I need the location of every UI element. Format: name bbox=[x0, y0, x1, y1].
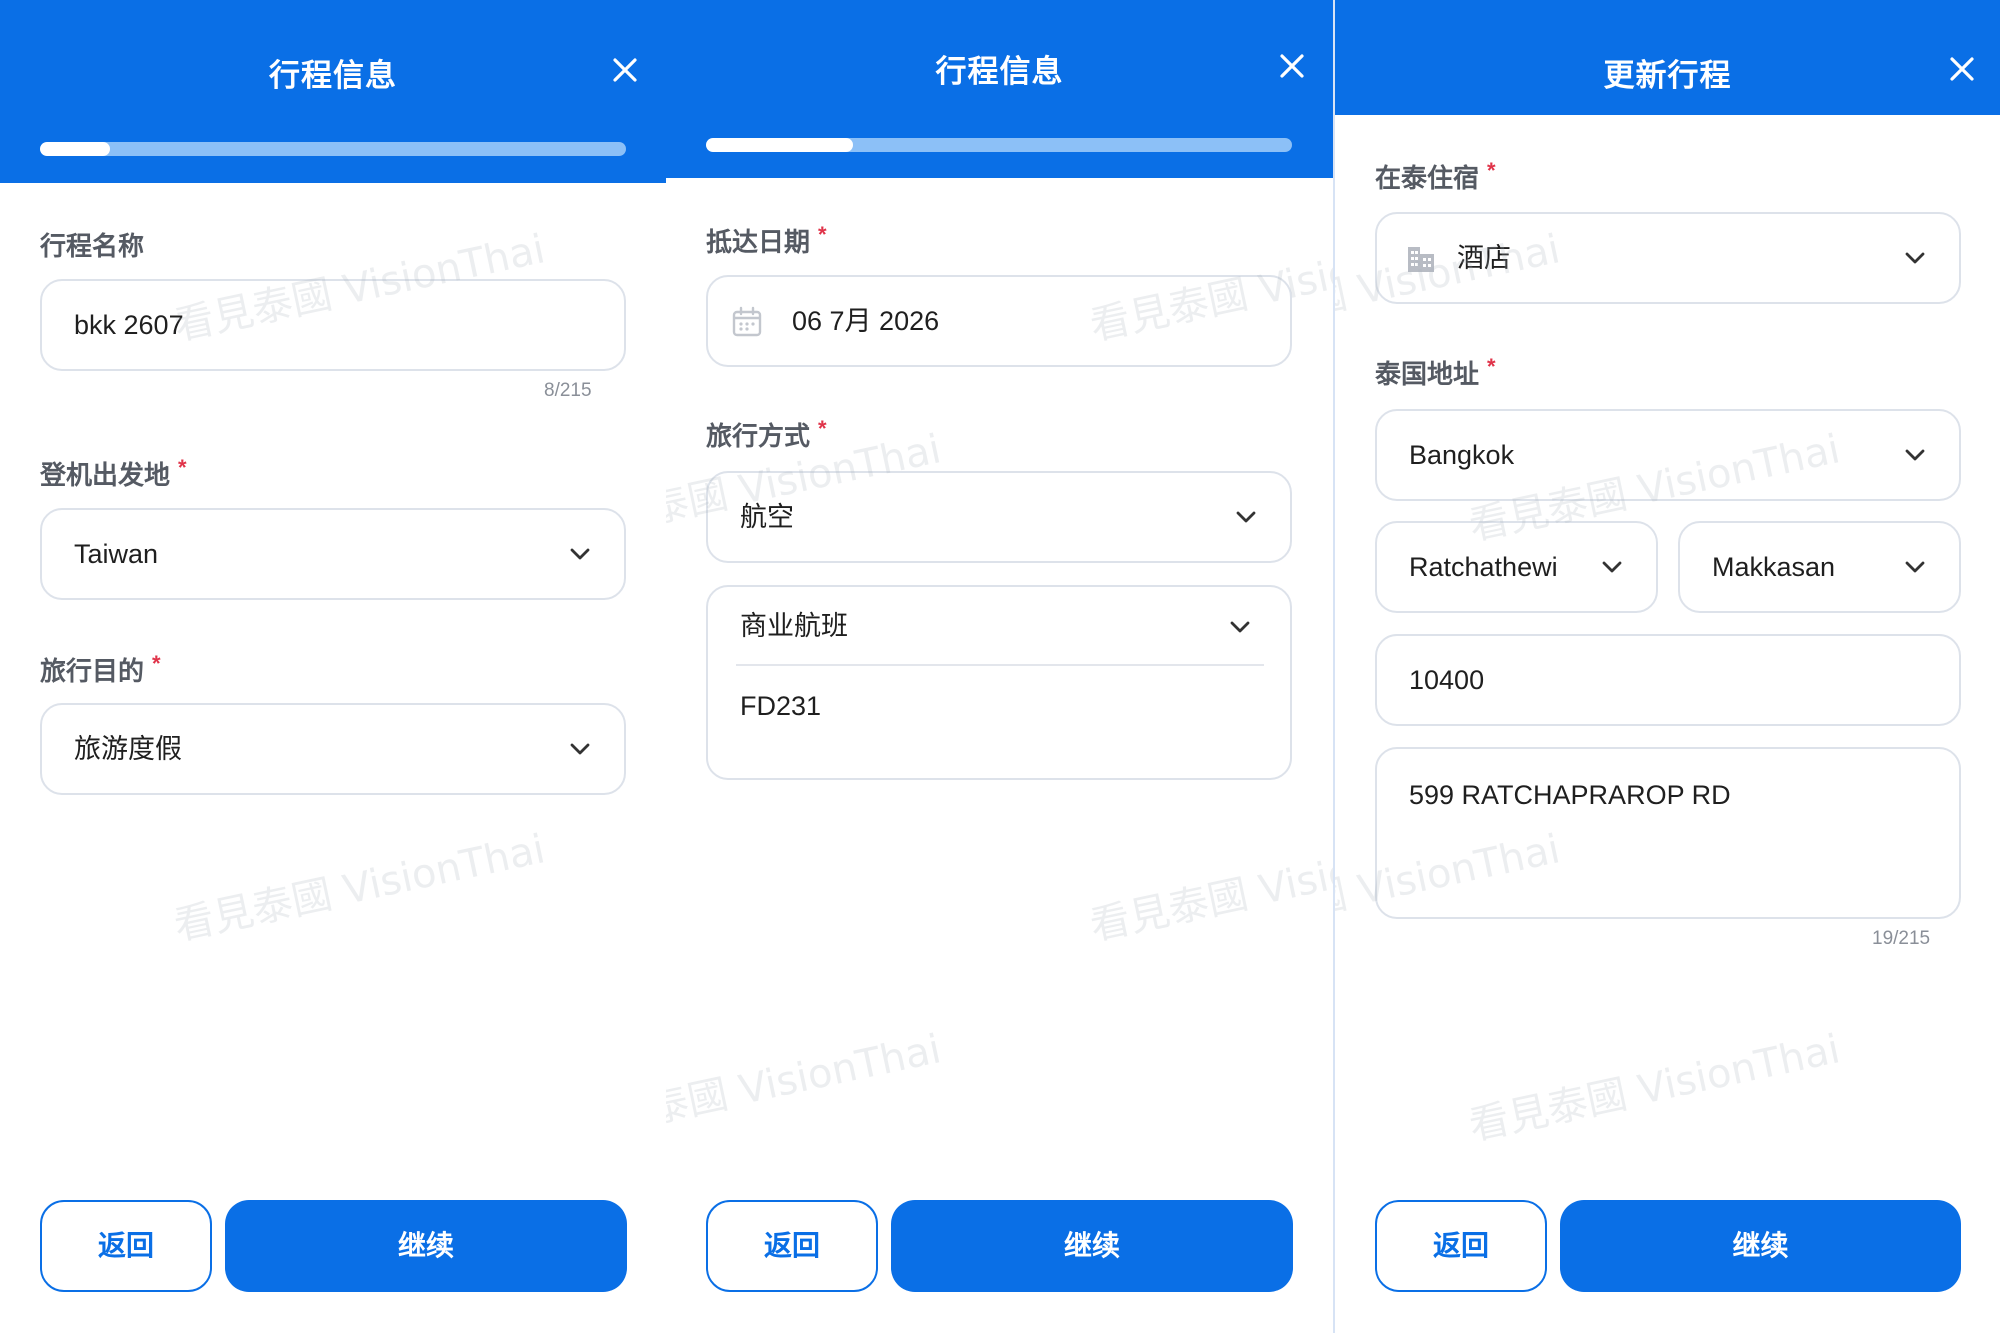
trip-info-panel-step2: 行程信息 抵达日期 * 06 7月 2026 旅行方式 * 航空 商业航班 FD23… bbox=[666, 0, 1333, 1333]
trip-name-input[interactable]: bkk 2607 bbox=[40, 279, 626, 371]
header-bar: 行程信息 bbox=[0, 0, 666, 183]
chevron-down-icon bbox=[1901, 553, 1929, 581]
travel-mode-label: 旅行方式 * bbox=[706, 416, 827, 451]
trip-name-label: 行程名称 bbox=[40, 231, 145, 261]
required-mark: * bbox=[818, 222, 827, 247]
subdistrict-select[interactable]: Makkasan bbox=[1678, 521, 1961, 613]
flight-number-value: FD231 bbox=[740, 691, 822, 721]
back-button[interactable]: 返回 bbox=[1375, 1200, 1547, 1292]
char-counter: 19/215 bbox=[1872, 928, 1931, 949]
progress-fill bbox=[706, 138, 853, 152]
chevron-down-icon bbox=[566, 735, 594, 763]
province-value: Bangkok bbox=[1409, 440, 1515, 470]
close-icon bbox=[1280, 54, 1304, 78]
building-icon bbox=[1405, 243, 1437, 275]
close-button[interactable] bbox=[1272, 46, 1312, 86]
close-button[interactable] bbox=[1942, 49, 1982, 89]
header-bar: 更新行程 bbox=[1335, 0, 2000, 115]
back-button[interactable]: 返回 bbox=[706, 1200, 878, 1292]
close-icon bbox=[613, 58, 637, 82]
chevron-down-icon bbox=[1232, 503, 1260, 531]
required-mark: * bbox=[1487, 354, 1496, 379]
chevron-down-icon bbox=[1901, 441, 1929, 469]
street-address-textarea[interactable]: 599 RATCHAPRAROP RD bbox=[1375, 747, 1961, 919]
departure-label: 登机出发地 * bbox=[40, 455, 187, 490]
progress-fill bbox=[40, 142, 111, 156]
trip-info-panel-step1: 行程信息 行程名称 bkk 2607 8/215 登机出发地 * Taiwan 旅… bbox=[0, 0, 666, 1333]
chevron-down-icon bbox=[1598, 553, 1626, 581]
chevron-down-icon bbox=[1901, 244, 1929, 272]
close-button[interactable] bbox=[605, 50, 645, 90]
required-mark: * bbox=[152, 651, 161, 676]
flight-type-select[interactable]: 商业航班 bbox=[708, 587, 1290, 665]
divider bbox=[736, 664, 1264, 666]
page-title: 更新行程 bbox=[1603, 58, 1732, 93]
continue-button[interactable]: 继续 bbox=[891, 1200, 1293, 1292]
purpose-select[interactable]: 旅游度假 bbox=[40, 703, 626, 795]
district-value: Ratchathewi bbox=[1409, 552, 1558, 582]
flight-type-value: 商业航班 bbox=[740, 611, 848, 641]
required-mark: * bbox=[818, 416, 827, 441]
required-mark: * bbox=[178, 455, 187, 480]
accommodation-value: 酒店 bbox=[1457, 243, 1511, 273]
watermark: 看見泰國 VisionThai bbox=[1465, 1026, 1844, 1150]
street-address-value: 599 RATCHAPRAROP RD bbox=[1409, 780, 1731, 810]
update-trip-panel: 更新行程 在泰住宿 * 酒店 泰国地址 * Bangkok Ratchathewi … bbox=[1333, 0, 2000, 1333]
continue-button[interactable]: 继续 bbox=[1560, 1200, 1961, 1292]
travel-mode-value: 航空 bbox=[740, 502, 794, 532]
char-counter: 8/215 bbox=[544, 380, 592, 401]
accommodation-label: 在泰住宿 * bbox=[1375, 158, 1496, 193]
trip-name-value: bkk 2607 bbox=[74, 310, 184, 340]
postcode-value: 10400 bbox=[1409, 665, 1485, 695]
progress-bar bbox=[40, 142, 626, 156]
departure-value: Taiwan bbox=[74, 539, 159, 569]
travel-mode-select[interactable]: 航空 bbox=[706, 471, 1292, 563]
watermark: 看見泰國 VisionThai bbox=[170, 826, 549, 950]
calendar-icon bbox=[730, 305, 764, 339]
district-select[interactable]: Ratchathewi bbox=[1375, 521, 1658, 613]
arrival-date-label: 抵达日期 * bbox=[706, 222, 827, 257]
accommodation-select[interactable]: 酒店 bbox=[1375, 212, 1961, 304]
chevron-down-icon bbox=[1226, 613, 1254, 641]
subdistrict-value: Makkasan bbox=[1712, 552, 1836, 582]
postcode-input[interactable]: 10400 bbox=[1375, 634, 1961, 726]
back-button[interactable]: 返回 bbox=[40, 1200, 212, 1292]
page-title: 行程信息 bbox=[269, 58, 397, 93]
purpose-value: 旅游度假 bbox=[74, 734, 182, 764]
continue-button[interactable]: 继续 bbox=[225, 1200, 627, 1292]
province-select[interactable]: Bangkok bbox=[1375, 409, 1961, 501]
arrival-date-value: 06 7月 2026 bbox=[792, 306, 940, 336]
watermark: 看見泰國 VisionThai bbox=[1086, 826, 1333, 950]
required-mark: * bbox=[1487, 158, 1496, 183]
arrival-date-input[interactable]: 06 7月 2026 bbox=[706, 275, 1292, 367]
flight-number-input[interactable]: FD231 bbox=[708, 667, 1290, 745]
flight-details-card: 商业航班 FD231 bbox=[706, 585, 1292, 780]
header-bar: 行程信息 bbox=[666, 0, 1333, 178]
departure-select[interactable]: Taiwan bbox=[40, 508, 626, 600]
close-icon bbox=[1950, 57, 1974, 81]
watermark: 看見泰國 VisionThai bbox=[666, 1026, 945, 1150]
chevron-down-icon bbox=[566, 540, 594, 568]
purpose-label: 旅行目的 * bbox=[40, 651, 161, 686]
progress-bar bbox=[706, 138, 1292, 152]
page-title: 行程信息 bbox=[935, 54, 1064, 89]
thai-address-label: 泰国地址 * bbox=[1375, 354, 1496, 389]
